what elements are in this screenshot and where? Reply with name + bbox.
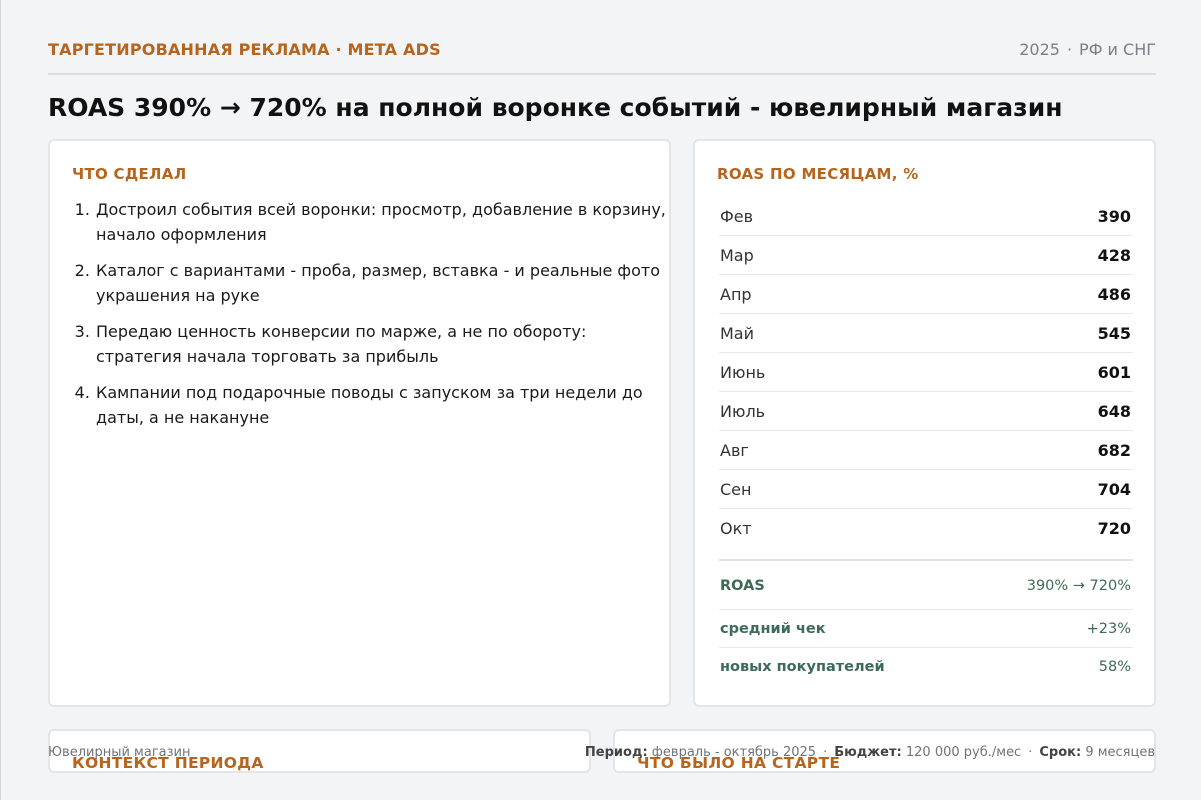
month-name: Июль	[720, 401, 766, 421]
actions-card-heading: ЧТО СДЕЛАЛ	[72, 165, 187, 183]
list-item: Передаю ценность конверсии по марже, а н…	[95, 319, 670, 369]
budget-label: Бюджет:	[834, 745, 902, 760]
summary-label: средний чек	[720, 620, 826, 637]
list-item: Достроил события всей воронки: просмотр,…	[95, 197, 670, 247]
table-row: Авг 682	[719, 431, 1133, 470]
month-value: 682	[1097, 440, 1131, 460]
month-value: 428	[1097, 245, 1131, 265]
header-meta: 2025 · РФ и СНГ	[1019, 40, 1156, 59]
roas-card: ROAS ПО МЕСЯЦАМ, % Фев 390 Мар 428 Апр 486 …	[693, 139, 1156, 707]
term-label: Срок:	[1039, 745, 1082, 760]
month-value: 486	[1097, 284, 1131, 304]
table-row: Фев 390	[719, 197, 1133, 236]
table-row: Май 545	[719, 314, 1133, 353]
footer-separator: ·	[1028, 745, 1033, 760]
roas-card-heading: ROAS ПО МЕСЯЦАМ, %	[717, 165, 919, 183]
month-value: 545	[1097, 323, 1131, 343]
month-name: Окт	[720, 518, 752, 538]
table-row: Окт 720	[719, 509, 1133, 547]
table-row: Июнь 601	[719, 353, 1133, 392]
actions-list: Достроил события всей воронки: просмотр,…	[74, 197, 670, 441]
summary-value: +23%	[1086, 620, 1131, 637]
page-title: ROAS 390% → 720% на полной воронке событ…	[48, 93, 1063, 122]
month-name: Авг	[720, 440, 749, 460]
month-name: Мар	[720, 245, 754, 265]
footer-client: Ювелирный магазин	[48, 745, 191, 760]
header-year: 2025	[1019, 40, 1060, 59]
footer-separator: ·	[823, 745, 828, 760]
summary-row: ROAS 390% → 720%	[719, 561, 1133, 610]
summary-label: ROAS	[720, 578, 765, 594]
actions-card: ЧТО СДЕЛАЛ Достроил события всей воронки…	[48, 139, 671, 707]
list-item: Каталог с вариантами - проба, размер, вс…	[95, 258, 670, 308]
budget-value: 120 000 руб./мес	[905, 745, 1022, 760]
roas-month-table: Фев 390 Мар 428 Апр 486 Май 545 Июнь 601 Июль…	[719, 197, 1133, 547]
summary-row: новых покупателей 58%	[719, 648, 1133, 685]
month-value: 601	[1097, 362, 1131, 382]
period-label: Период:	[584, 745, 648, 760]
month-name: Фев	[720, 206, 754, 226]
term-value: 9 месяцев	[1085, 745, 1155, 760]
summary-label: новых покупателей	[720, 658, 885, 675]
summary-value: 58%	[1098, 658, 1131, 675]
month-name: Апр	[720, 284, 752, 304]
month-value: 704	[1097, 479, 1131, 499]
month-value: 720	[1097, 518, 1131, 538]
summary-value: 390% → 720%	[1026, 578, 1131, 594]
period-value: февраль - октябрь 2025	[651, 745, 817, 760]
month-name: Сен	[720, 479, 752, 499]
top-bar: ТАРГЕТИРОВАННАЯ РЕКЛАМА · META ADS 2025 ·…	[48, 38, 1156, 75]
summary-row: средний чек +23%	[719, 610, 1133, 648]
month-value: 390	[1097, 206, 1131, 226]
month-name: Июнь	[720, 362, 766, 382]
meta-separator: ·	[1066, 40, 1073, 59]
section-kicker: ТАРГЕТИРОВАННАЯ РЕКЛАМА · META ADS	[48, 40, 441, 59]
table-row: Апр 486	[719, 275, 1133, 314]
table-row: Июль 648	[719, 392, 1133, 431]
roas-summary: ROAS 390% → 720% средний чек +23% новых по…	[719, 559, 1133, 685]
table-row: Сен 704	[719, 470, 1133, 509]
table-row: Мар 428	[719, 236, 1133, 275]
month-value: 648	[1097, 401, 1131, 421]
header-region: РФ и СНГ	[1079, 40, 1156, 59]
footer-details: Период: февраль - октябрь 2025 · Бюджет: 1…	[585, 745, 1155, 760]
list-item: Кампании под подарочные поводы с запуско…	[95, 380, 670, 430]
month-name: Май	[720, 323, 755, 343]
